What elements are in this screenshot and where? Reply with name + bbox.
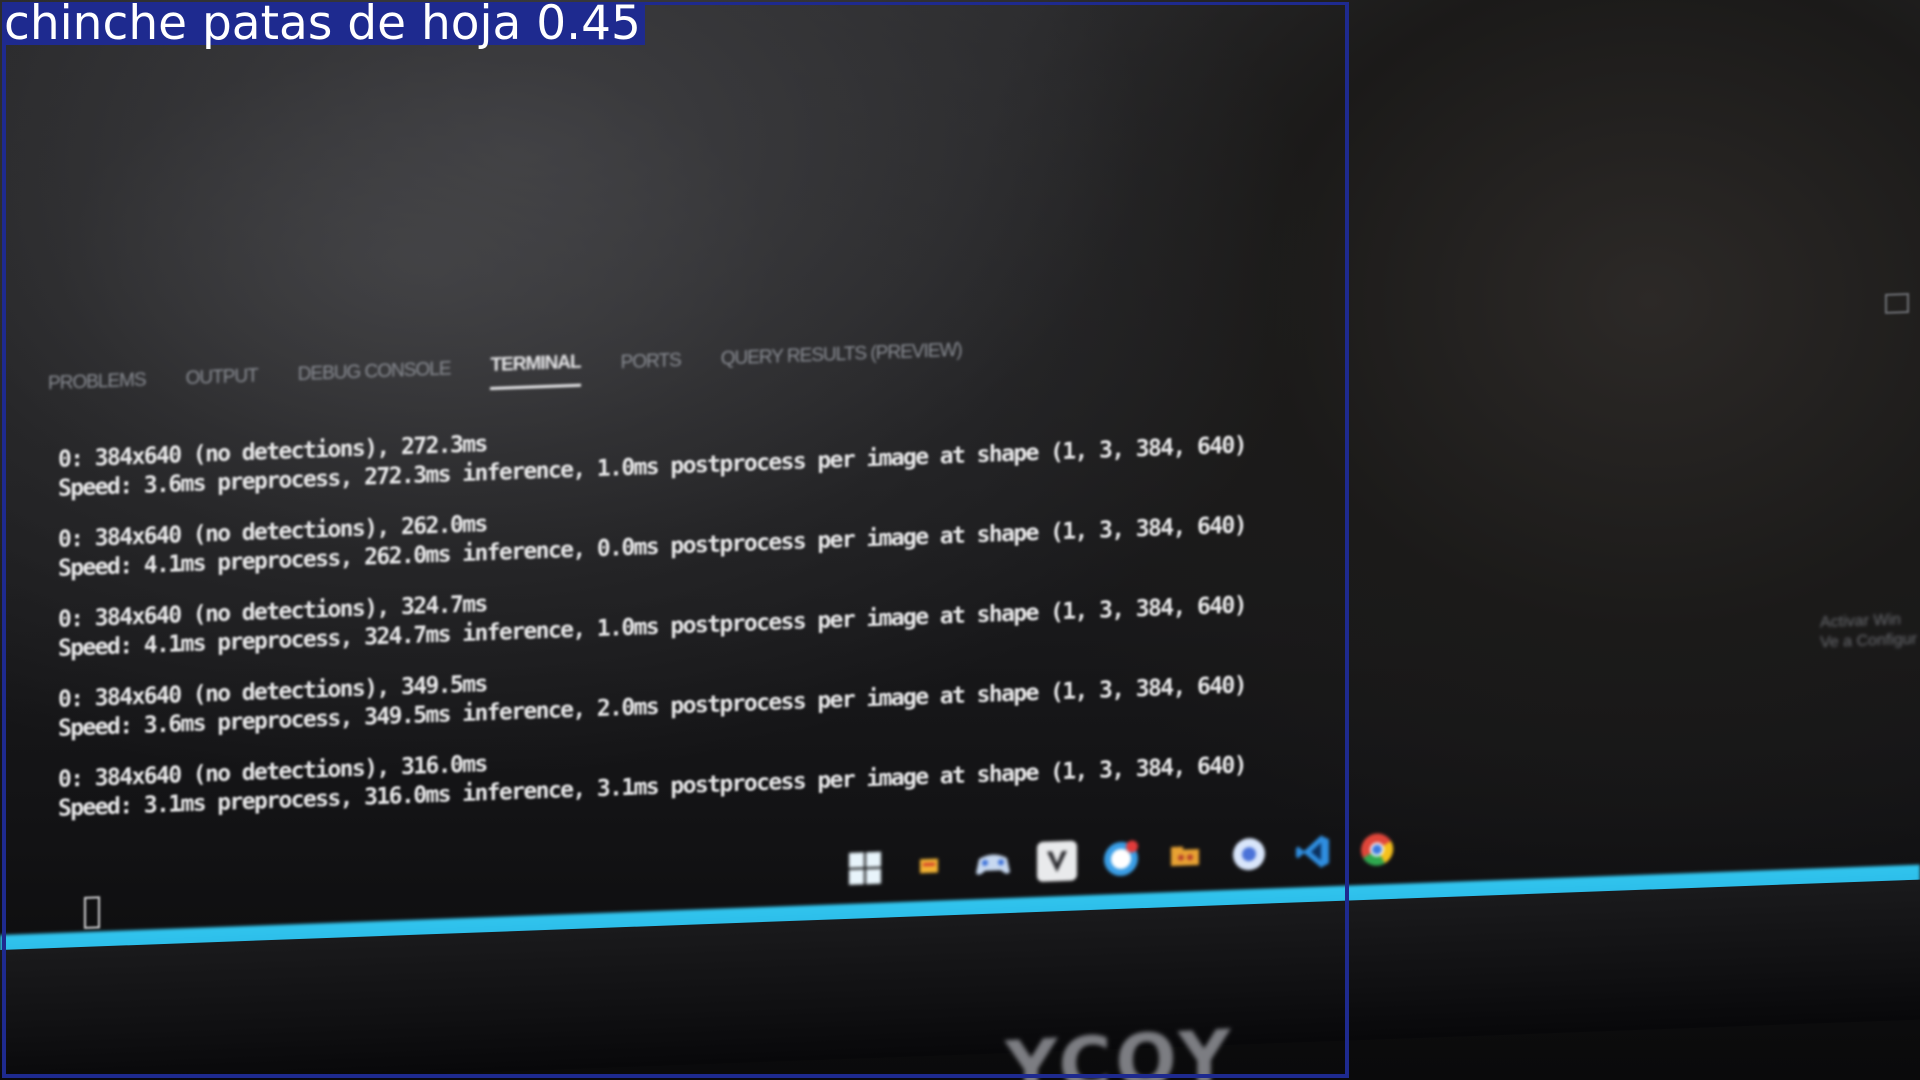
activation-line-2: Ve a Configur — [1820, 630, 1917, 652]
photo-scene: PROBLEMS OUTPUT DEBUG CONSOLE TERMINAL P… — [0, 0, 1920, 1080]
panel-maximize-icon[interactable] — [1885, 293, 1909, 314]
detection-label: chinche patas de hoja 0.45 — [2, 0, 645, 47]
activation-watermark: Activar Win Ve a Configur — [1820, 610, 1917, 654]
detection-bounding-box — [2, 2, 1349, 1078]
chrome-icon[interactable] — [1357, 829, 1397, 870]
